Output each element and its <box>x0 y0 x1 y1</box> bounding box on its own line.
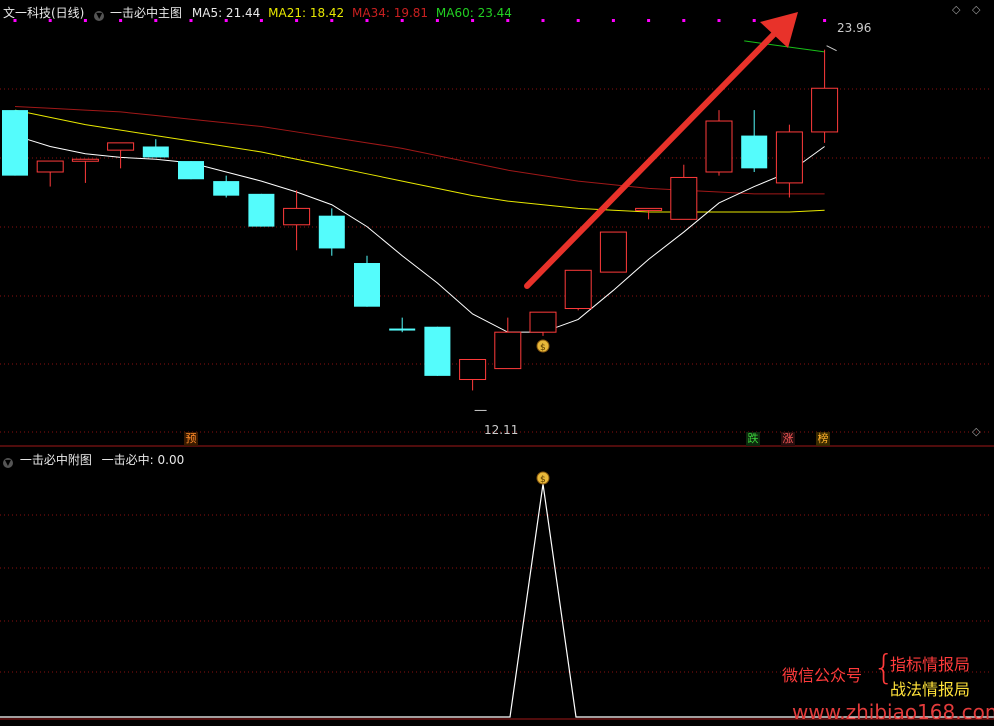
main-indicator-name[interactable]: 一击必中主图 <box>110 6 182 20</box>
ma34-readout: MA34: 19.81 <box>352 6 429 20</box>
candle-down <box>354 263 380 307</box>
signal-rise-badge: 涨 <box>781 432 795 446</box>
ma34-line <box>14 105 825 195</box>
signal-pre-badge: 预 <box>184 432 198 446</box>
signal-drop-badge: 跌 <box>746 432 760 446</box>
candle-up <box>564 269 592 310</box>
sub-indicator-value: 一击必中: 0.00 <box>101 453 185 467</box>
low-price-label: 12.11 <box>484 423 519 437</box>
watermark-site: www.zhibiao168.com <box>792 700 994 724</box>
chart-canvas: $$ <box>0 12 994 720</box>
candle-down <box>248 193 275 227</box>
candle-up <box>705 120 733 173</box>
top-marker-dot <box>576 19 580 22</box>
top-marker-dot <box>541 19 545 22</box>
candle-up <box>494 331 522 370</box>
ma21-line <box>14 109 825 213</box>
sub-chart-header: ▼ 一击必中附图 一击必中: 0.00 <box>3 451 184 468</box>
watermark-wechat: 微信公众号 <box>782 666 863 685</box>
money-bag-symbol: $ <box>540 343 546 353</box>
diamond-icon-left[interactable]: ◇ <box>952 3 960 16</box>
top-marker-dot <box>647 19 651 22</box>
candle-up <box>775 131 803 184</box>
ma21-readout: MA21: 18.42 <box>268 6 345 20</box>
candle-up <box>635 207 663 211</box>
candle-down <box>2 110 28 176</box>
candle-up <box>599 231 627 273</box>
candle-down <box>741 135 768 169</box>
diamond-icon-right[interactable]: ◇ <box>972 3 980 16</box>
candle-down <box>213 181 240 196</box>
sub-money-bag-symbol: $ <box>540 475 546 485</box>
diamond-icon-bottom[interactable]: ◇ <box>972 425 980 438</box>
ma5-line <box>14 135 825 333</box>
candle-up <box>71 158 99 162</box>
high-pointer <box>826 45 837 52</box>
watermark-line2: 战法情报局 <box>890 680 971 699</box>
candle-up <box>459 358 487 381</box>
ma5-readout: MA5: 21.44 <box>191 6 261 20</box>
high-price-label: 23.96 <box>837 21 872 35</box>
sub-indicator-name[interactable]: 一击必中附图 <box>20 453 92 467</box>
candle-down <box>424 326 451 376</box>
top-marker-dot <box>611 19 615 22</box>
ma60-readout: MA60: 23.44 <box>435 6 512 20</box>
candle-up <box>529 311 557 333</box>
candle-down <box>389 328 416 331</box>
signal-rank-badge: 榜 <box>816 432 830 446</box>
candle-up <box>283 207 311 226</box>
top-marker-dot <box>823 19 827 22</box>
top-marker-dot <box>752 19 756 22</box>
candle-up <box>107 142 135 151</box>
top-marker-dot <box>717 19 721 22</box>
candle-down <box>318 215 345 249</box>
sub-dropdown-icon[interactable]: ▼ <box>3 458 13 468</box>
candle-up <box>670 176 698 220</box>
candle-down <box>142 146 169 158</box>
candle-up <box>36 160 64 173</box>
stock-title: 文一科技(日线) <box>3 6 85 20</box>
main-chart-header: 文一科技(日线) ▼ 一击必中主图 MA5: 21.44 MA21: 18.42… <box>3 4 512 21</box>
watermark-line1: 指标情报局 <box>890 655 971 674</box>
candle-down <box>178 161 204 180</box>
top-marker-dot <box>682 19 686 22</box>
candle-up <box>811 87 839 133</box>
indicator-dropdown-icon[interactable]: ▼ <box>94 11 105 21</box>
